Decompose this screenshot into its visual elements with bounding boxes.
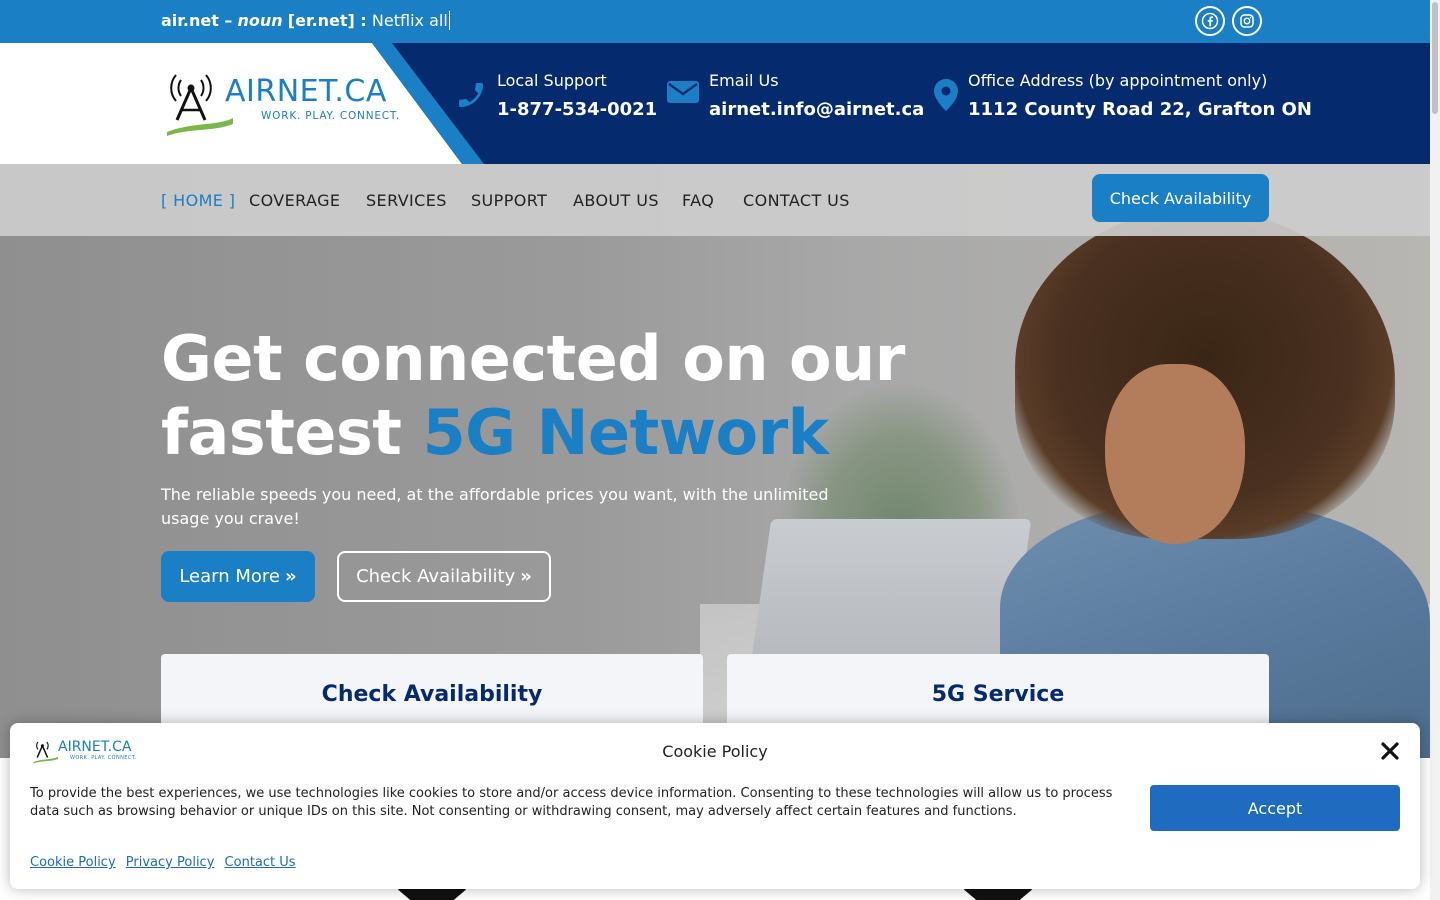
- definition-ticker: air.net – noun [er.net] : Netflix all: [161, 11, 450, 30]
- top-bar: air.net – noun [er.net] : Netflix all: [0, 0, 1430, 43]
- logo-brand-text: AIRNET.CA: [225, 74, 387, 109]
- phone-icon: [455, 79, 487, 115]
- cookie-banner-links: Cookie Policy Privacy Policy Contact Us: [30, 855, 302, 870]
- nav-item-support[interactable]: SUPPORT: [471, 191, 547, 210]
- contact-office-address: Office Address (by appointment only) 111…: [934, 71, 1312, 120]
- cookie-banner-text: To provide the best experiences, we use …: [30, 786, 1113, 819]
- site-header: AIRNET.CA WORK. PLAY. CONNECT. Local Sup…: [0, 43, 1430, 164]
- email-link[interactable]: airnet.info@airnet.ca: [709, 99, 924, 120]
- cookie-policy-link[interactable]: Cookie Policy: [30, 855, 116, 870]
- close-icon[interactable]: [1380, 741, 1400, 761]
- person-image: [1105, 364, 1245, 544]
- nav-item-coverage[interactable]: COVERAGE: [249, 191, 340, 210]
- instagram-icon[interactable]: [1232, 6, 1262, 36]
- nav-check-availability-button[interactable]: Check Availability: [1092, 174, 1269, 222]
- nav-item-about-us[interactable]: ABOUT US: [573, 191, 659, 210]
- nav-item-contact-us[interactable]: CONTACT US: [743, 191, 850, 210]
- nav-item-services[interactable]: SERVICES: [366, 191, 447, 210]
- scrollbar-thumb[interactable]: [1432, 2, 1438, 114]
- learn-more-button[interactable]: Learn More»: [161, 551, 315, 602]
- main-navigation: [ HOME ] COVERAGE SERVICES SUPPORT ABOUT…: [0, 164, 1430, 236]
- nav-item-home[interactable]: [ HOME ]: [161, 191, 235, 210]
- double-chevron-right-icon: »: [520, 566, 532, 587]
- ticker-word: air.net –: [161, 11, 233, 30]
- ticker-typed-text: Netflix all: [371, 11, 450, 30]
- hero-title: Get connected on our fastest 5G Network: [161, 322, 905, 469]
- map-pin-icon: [934, 79, 958, 115]
- site-logo[interactable]: AIRNET.CA WORK. PLAY. CONNECT.: [163, 70, 403, 140]
- tower-icon: [167, 74, 233, 136]
- card-title: 5G Service: [931, 682, 1065, 707]
- privacy-policy-link[interactable]: Privacy Policy: [126, 855, 215, 870]
- cookie-consent-banner: AIRNET.CA WORK. PLAY. CONNECT. Cookie Po…: [10, 723, 1420, 889]
- ticker-part-of-speech: noun: [237, 11, 283, 30]
- double-chevron-right-icon: »: [285, 566, 297, 587]
- contact-label: Email Us: [709, 71, 779, 90]
- phone-number-link[interactable]: 1-877-534-0021: [497, 99, 657, 120]
- contact-local-support: Local Support 1-877-534-0021: [459, 71, 657, 120]
- hero-subtitle: The reliable speeds you need, at the aff…: [161, 485, 829, 528]
- page-scrollbar[interactable]: [1430, 0, 1440, 900]
- contact-label: Local Support: [497, 71, 607, 90]
- logo-tagline: WORK. PLAY. CONNECT.: [261, 110, 401, 122]
- hero-check-availability-button[interactable]: Check Availability»: [337, 551, 551, 602]
- cookie-banner-title: Cookie Policy: [662, 742, 768, 761]
- hero-title-accent: 5G Network: [422, 396, 829, 469]
- envelope-icon: [667, 79, 699, 109]
- contact-us-link[interactable]: Contact Us: [225, 855, 296, 870]
- contact-label: Office Address (by appointment only): [968, 71, 1268, 90]
- card-title: Check Availability: [321, 682, 543, 707]
- nav-item-faq[interactable]: FAQ: [682, 191, 714, 210]
- ticker-pronunciation: [er.net] :: [287, 11, 367, 30]
- facebook-icon[interactable]: [1195, 6, 1225, 36]
- contact-email: Email Us airnet.info@airnet.ca: [667, 71, 924, 120]
- accept-cookies-button[interactable]: Accept: [1150, 785, 1400, 831]
- office-address: 1112 County Road 22, Grafton ON: [968, 99, 1312, 120]
